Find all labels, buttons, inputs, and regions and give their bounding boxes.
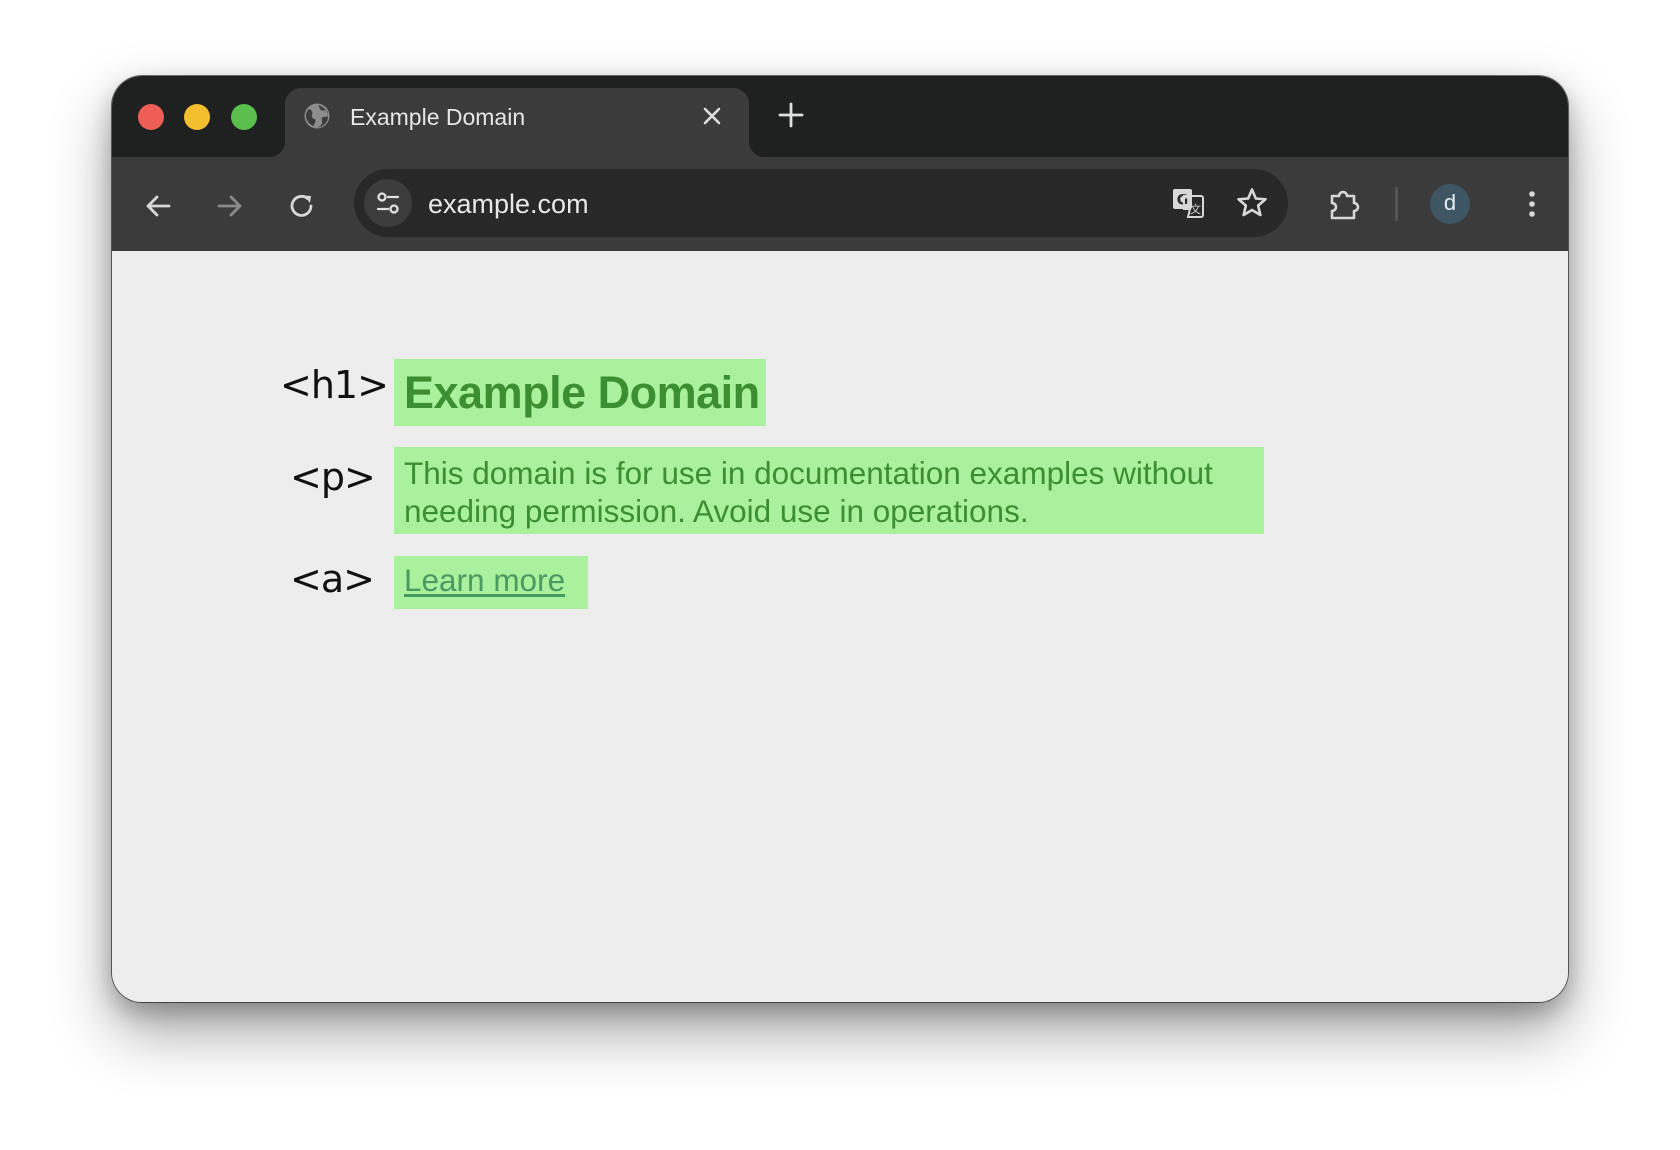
learn-more-link[interactable]: Learn more: [404, 562, 565, 599]
window-close-button[interactable]: [138, 104, 164, 130]
toolbar-separator: [1395, 187, 1398, 221]
page-paragraph: This domain is for use in documentation …: [404, 455, 1213, 529]
plus-icon[interactable]: [774, 98, 808, 132]
p-tag-label: <p>: [290, 455, 376, 499]
tune-icon: [376, 192, 400, 214]
paragraph-highlight: This domain is for use in documentation …: [394, 447, 1264, 534]
tab-title: Example Domain: [350, 104, 526, 130]
browser-toolbar: example.com G 文 d: [112, 157, 1568, 251]
arrow-right-icon[interactable]: [212, 188, 248, 224]
star-icon[interactable]: [1234, 185, 1270, 221]
profile-avatar[interactable]: d: [1430, 184, 1470, 224]
a-tag-label: <a>: [290, 557, 375, 601]
globe-icon: [304, 103, 330, 129]
window-maximize-button[interactable]: [231, 104, 257, 130]
reload-icon[interactable]: [284, 188, 320, 224]
translate-icon[interactable]: G 文: [1170, 185, 1206, 221]
tab-strip: Example Domain: [112, 76, 1568, 157]
browser-window: Example Domain example.com G 文 d <h1> <p…: [112, 76, 1568, 1002]
url-text[interactable]: example.com: [428, 189, 589, 220]
page-content: <h1> <p> <a> Example Domain This domain …: [112, 251, 1568, 1002]
link-highlight: Learn more: [394, 556, 588, 609]
kebab-menu-icon[interactable]: [1514, 186, 1550, 222]
window-minimize-button[interactable]: [184, 104, 210, 130]
svg-text:G: G: [1177, 193, 1189, 209]
page-heading: Example Domain: [404, 367, 760, 418]
puzzle-icon[interactable]: [1324, 184, 1364, 224]
heading-highlight: Example Domain: [394, 359, 766, 426]
tab-example-domain[interactable]: Example Domain: [269, 88, 765, 157]
address-bar[interactable]: example.com G 文: [354, 169, 1288, 237]
arrow-left-icon[interactable]: [140, 188, 176, 224]
svg-text:文: 文: [1190, 202, 1201, 216]
site-info-button[interactable]: [364, 179, 412, 227]
close-icon[interactable]: [698, 102, 726, 130]
h1-tag-label: <h1>: [280, 363, 389, 407]
